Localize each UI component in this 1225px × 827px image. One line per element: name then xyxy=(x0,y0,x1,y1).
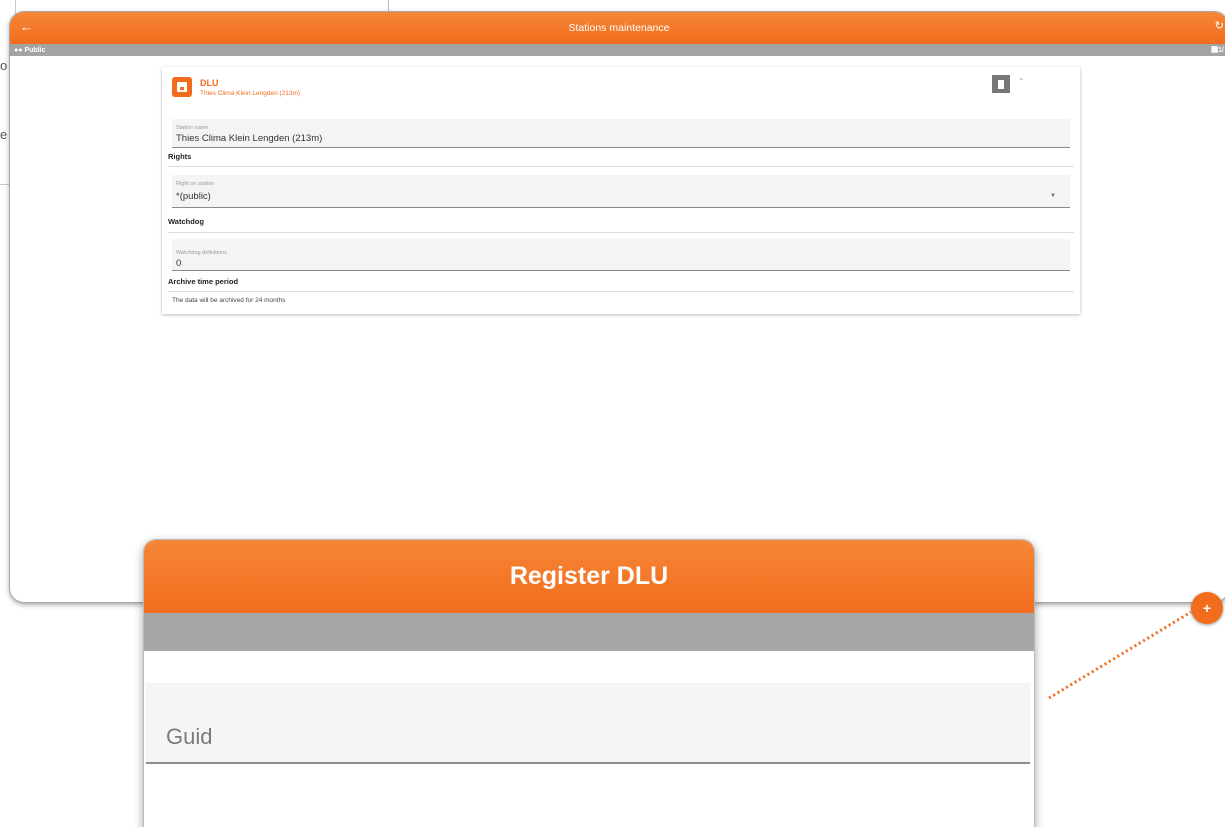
guid-placeholder: Guid xyxy=(166,724,213,749)
trash-icon xyxy=(998,79,1004,89)
register-dlu-dialog: Register DLU Guid xyxy=(144,540,1034,827)
zoom-connector xyxy=(1048,610,1192,700)
guid-input[interactable]: Guid xyxy=(146,683,1030,764)
station-card: DLU Thies Clima Klein Lengden (213m) ⌃ S… xyxy=(162,67,1080,314)
background-divider xyxy=(388,0,389,12)
dialog-subbar xyxy=(144,613,1034,651)
archive-note: The data will be archived for 24 months xyxy=(172,297,286,304)
page-title: Stations maintenance xyxy=(568,22,670,34)
app-header: ← Stations maintenance ↻ xyxy=(10,12,1225,44)
background-text-1: o xyxy=(0,58,8,73)
station-name-field[interactable]: Station name Thies Clima Klein Lengden (… xyxy=(172,119,1070,148)
station-name-label: Station name xyxy=(176,125,209,131)
background-text-2: e xyxy=(0,127,8,142)
add-station-button[interactable]: + xyxy=(1191,592,1223,624)
save-icon xyxy=(177,82,187,92)
collapse-chevron-icon[interactable]: ⌃ xyxy=(1018,77,1025,86)
group-label: Public xyxy=(24,46,46,54)
watchdog-definitions-label: Watchdog definitions xyxy=(176,250,227,256)
refresh-icon[interactable]: ↻ xyxy=(1215,19,1224,32)
card-header: DLU Thies Clima Klein Lengden (213m) ⌃ xyxy=(162,67,1080,107)
watchdog-definitions-field[interactable]: Watchdog definitions 0 xyxy=(172,239,1070,271)
rights-heading: Rights xyxy=(168,152,1074,167)
station-name-value: Thies Clima Klein Lengden (213m) xyxy=(176,133,323,144)
dialog-header: Register DLU xyxy=(144,540,1034,613)
plus-icon: + xyxy=(1202,600,1212,616)
right-on-station-label: Right on station xyxy=(176,181,215,187)
card-subtitle: Thies Clima Klein Lengden (213m) xyxy=(200,90,301,97)
counter-label: ␸1/ xyxy=(1211,47,1224,54)
dropdown-caret-icon: ▼ xyxy=(1050,193,1056,199)
right-on-station-select[interactable]: Right on station *(public) ▼ xyxy=(172,175,1070,208)
save-button[interactable] xyxy=(172,77,192,97)
archive-heading: Archive time period xyxy=(168,277,1074,292)
dialog-title: Register DLU xyxy=(509,562,669,590)
watchdog-definitions-value: 0 xyxy=(176,258,182,269)
right-on-station-value: *(public) xyxy=(176,191,211,202)
back-arrow-icon[interactable]: ← xyxy=(20,19,33,34)
watchdog-heading: Watchdog xyxy=(168,217,1074,233)
stations-maintenance-window: ← Stations maintenance ↻ ●● Public ␸1/ D… xyxy=(10,12,1225,602)
card-title: DLU xyxy=(200,78,219,88)
group-icon: ●● xyxy=(14,46,23,54)
delete-button[interactable] xyxy=(992,75,1010,93)
context-bar: ●● Public ␸1/ xyxy=(10,44,1225,56)
